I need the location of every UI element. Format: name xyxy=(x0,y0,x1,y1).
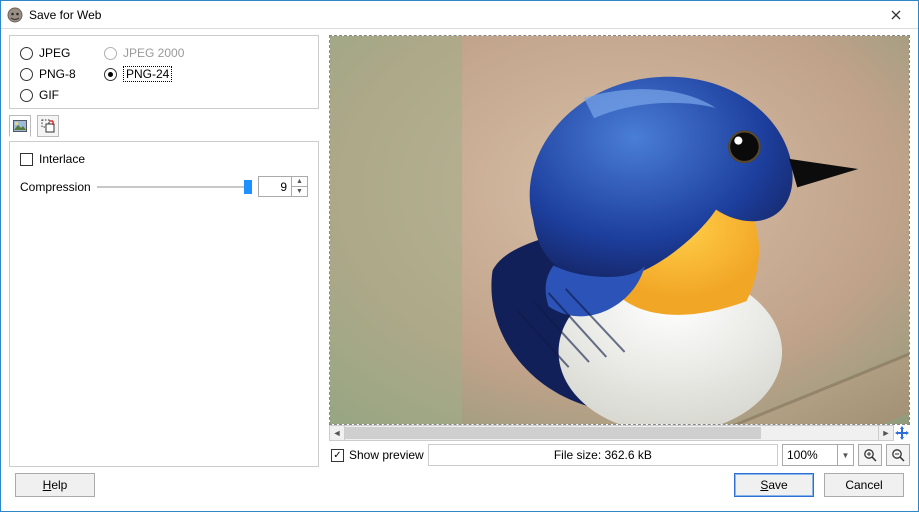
options-tabbar xyxy=(9,115,319,137)
help-button-label: Help xyxy=(43,478,68,492)
compression-label: Compression xyxy=(20,180,91,194)
radio-jpeg2000: JPEG 2000 xyxy=(104,46,204,60)
move-icon[interactable] xyxy=(894,425,910,441)
file-size-display: File size: 362.6 kB xyxy=(428,444,778,466)
preview-statusbar: Show preview File size: 362.6 kB ▼ xyxy=(329,443,910,467)
show-preview-checkbox[interactable]: Show preview xyxy=(331,448,424,462)
radio-gif[interactable]: GIF xyxy=(20,88,100,102)
zoom-out-button[interactable] xyxy=(886,444,910,466)
compression-slider[interactable] xyxy=(97,180,252,194)
tab-resize-icon[interactable] xyxy=(37,115,59,137)
app-icon xyxy=(7,7,23,23)
cancel-button-label: Cancel xyxy=(845,478,882,492)
left-panel: JPEG JPEG 2000 PNG-8 PNG-24 GIF xyxy=(9,35,319,467)
preview-image xyxy=(330,36,909,424)
spin-up-icon[interactable]: ▲ xyxy=(292,177,307,186)
titlebar: Save for Web xyxy=(1,1,918,29)
format-options: Interlace Compression ▲▼ xyxy=(9,141,319,467)
save-for-web-dialog: Save for Web JPEG JPEG 2000 PNG-8 xyxy=(0,0,919,512)
dialog-footer: Help Save Cancel xyxy=(1,467,918,511)
radio-png24[interactable]: PNG-24 xyxy=(104,66,204,82)
radio-png8[interactable]: PNG-8 xyxy=(20,66,100,82)
zoom-in-button[interactable] xyxy=(858,444,882,466)
preview-hscrollbar[interactable]: ◄ ► xyxy=(329,425,910,441)
cancel-button[interactable]: Cancel xyxy=(824,473,904,497)
close-button[interactable] xyxy=(874,1,918,28)
interlace-label: Interlace xyxy=(39,152,85,166)
zoom-out-icon xyxy=(891,448,905,462)
show-preview-label: Show preview xyxy=(349,448,424,462)
zoom-input[interactable] xyxy=(783,445,837,465)
help-button[interactable]: Help xyxy=(15,473,95,497)
scroll-left-icon[interactable]: ◄ xyxy=(329,425,345,441)
zoom-combo[interactable]: ▼ xyxy=(782,444,854,466)
image-preview[interactable] xyxy=(329,35,910,425)
scroll-right-icon[interactable]: ► xyxy=(878,425,894,441)
zoom-in-icon xyxy=(863,448,877,462)
compression-spinner[interactable]: ▲▼ xyxy=(258,176,308,197)
tab-image-icon[interactable] xyxy=(9,115,31,137)
format-group: JPEG JPEG 2000 PNG-8 PNG-24 GIF xyxy=(9,35,319,109)
save-button-label: Save xyxy=(760,478,787,492)
right-panel: ◄ ► Show preview File size: 362.6 kB ▼ xyxy=(329,35,910,467)
chevron-down-icon[interactable]: ▼ xyxy=(837,445,853,465)
interlace-checkbox[interactable]: Interlace xyxy=(20,152,308,166)
radio-jpeg[interactable]: JPEG xyxy=(20,46,100,60)
save-button[interactable]: Save xyxy=(734,473,814,497)
window-title: Save for Web xyxy=(29,8,874,22)
spin-down-icon[interactable]: ▼ xyxy=(292,186,307,196)
compression-input[interactable] xyxy=(259,177,291,196)
